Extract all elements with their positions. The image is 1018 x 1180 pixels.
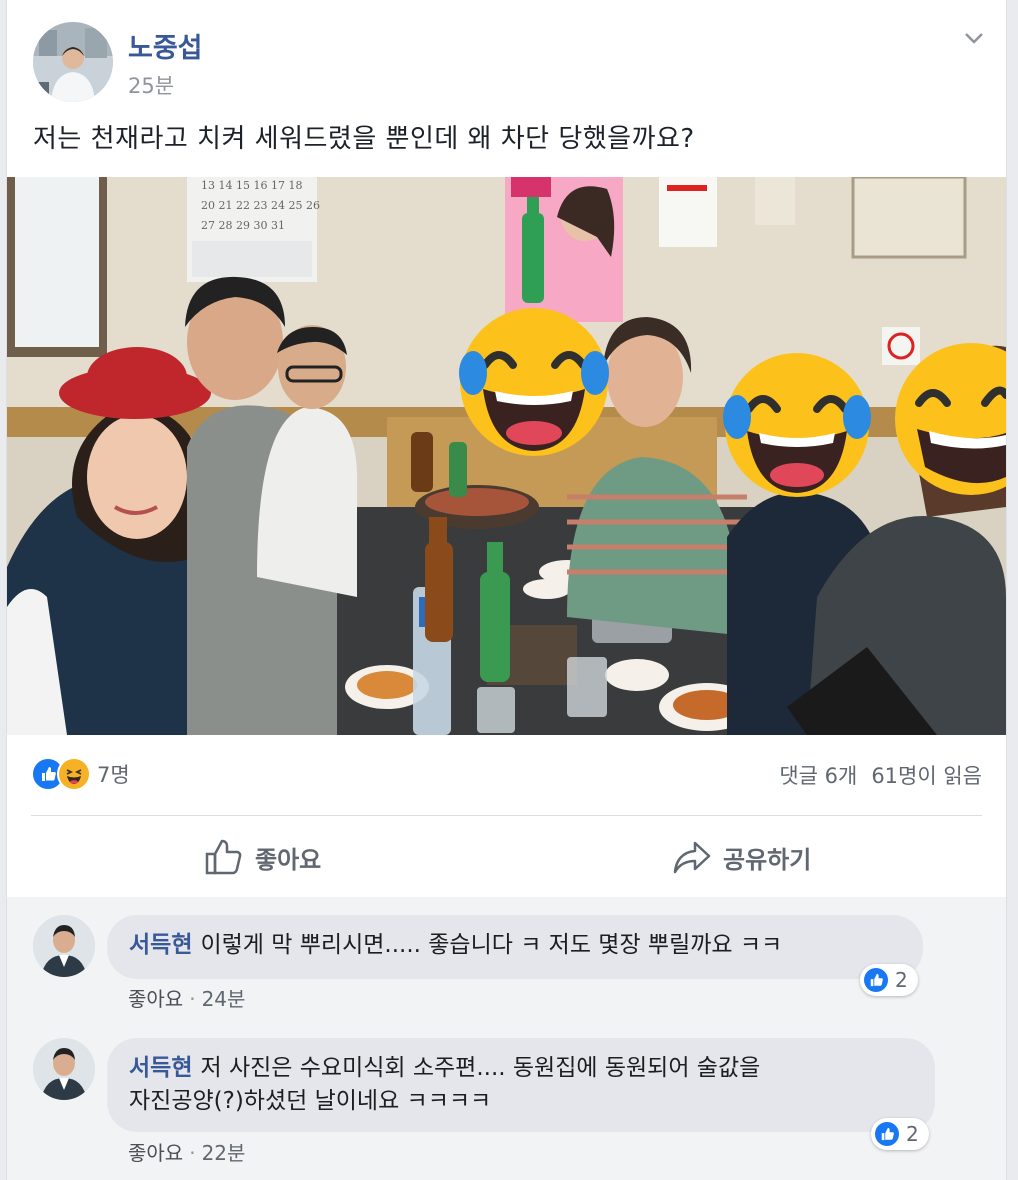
divider [31, 815, 982, 816]
comment-text: 이렇게 막 뿌리시면..... 좋습니다 ㅋ 저도 몇장 뿌릴까요 ㅋㅋ [200, 932, 783, 958]
like-icon [864, 968, 888, 992]
author-avatar[interactable] [33, 22, 113, 102]
svg-text:27 28 29 30 31: 27 28 29 30 31 [201, 219, 285, 232]
like-button[interactable]: 좋아요 [205, 836, 321, 878]
avatar[interactable] [33, 915, 95, 977]
share-button-label: 공유하기 [723, 845, 812, 874]
comment-count[interactable]: 댓글 6개 [779, 764, 857, 788]
comment-like-link[interactable]: 좋아요 [128, 987, 183, 1011]
comment-text-line2: 자진공양(?)하셨던 날이네요 ㅋㅋㅋㅋ [129, 1088, 492, 1114]
post-text: 저는 천재라고 치켜 세워드렸을 뿐인데 왜 차단 당했을까요? [33, 124, 695, 154]
svg-text:13 14 15 16 17 18: 13 14 15 16 17 18 [201, 179, 302, 192]
comment-meta: 좋아요 · 24분 [128, 987, 246, 1011]
comment-bubble: 서득현 이렇게 막 뿌리시면..... 좋습니다 ㅋ 저도 몇장 뿌릴까요 ㅋㅋ [107, 915, 923, 979]
comments-section: 서득현 이렇게 막 뿌리시면..... 좋습니다 ㅋ 저도 몇장 뿌릴까요 ㅋㅋ … [7, 897, 1006, 1180]
like-button-label: 좋아요 [255, 845, 322, 874]
comment-like-link[interactable]: 좋아요 [128, 1141, 183, 1165]
reaction-count[interactable]: 7명 [97, 759, 130, 789]
share-icon [673, 841, 711, 874]
haha-icon [57, 757, 91, 791]
comment-author[interactable]: 서득현 [129, 932, 192, 958]
post-timestamp[interactable]: 25분 [128, 70, 174, 100]
joy-emoji-icon [459, 308, 609, 456]
comment-reaction-count: 2 [895, 968, 908, 992]
thumbs-up-icon [205, 839, 242, 875]
comment-meta: 좋아요 · 22분 [128, 1141, 246, 1165]
svg-text:20 21 22 23 24 25 26: 20 21 22 23 24 25 26 [201, 199, 320, 212]
comment-bubble: 서득현 저 사진은 수요미식회 소주편.... 동원집에 동원되어 술값을 자진공… [107, 1038, 935, 1132]
comment-reaction[interactable]: 2 [860, 964, 918, 996]
comment-reaction-count: 2 [906, 1122, 919, 1146]
comment-author[interactable]: 서득현 [129, 1055, 192, 1081]
like-icon [875, 1122, 899, 1146]
comment-reaction[interactable]: 2 [871, 1118, 929, 1150]
comment-time[interactable]: 24분 [202, 987, 246, 1011]
seen-count[interactable]: 61명이 읽음 [871, 764, 982, 788]
comment-time[interactable]: 22분 [202, 1141, 246, 1165]
chevron-down-icon[interactable] [962, 26, 986, 50]
post-author-name[interactable]: 노중섭 [128, 26, 203, 65]
share-button[interactable]: 공유하기 [673, 836, 811, 878]
post-photo[interactable]: 13 14 15 16 17 18 20 21 22 23 24 25 26 2… [7, 177, 1006, 735]
post-stats: 댓글 6개 61명이 읽음 [779, 760, 982, 790]
reaction-summary[interactable]: 7명 [31, 757, 130, 791]
avatar[interactable] [33, 1038, 95, 1100]
post-card: 노중섭 25분 저는 천재라고 치켜 세워드렸을 뿐인데 왜 차단 당했을까요?… [6, 0, 1007, 1180]
comment-text-line1: 저 사진은 수요미식회 소주편.... 동원집에 동원되어 술값을 [200, 1055, 761, 1081]
